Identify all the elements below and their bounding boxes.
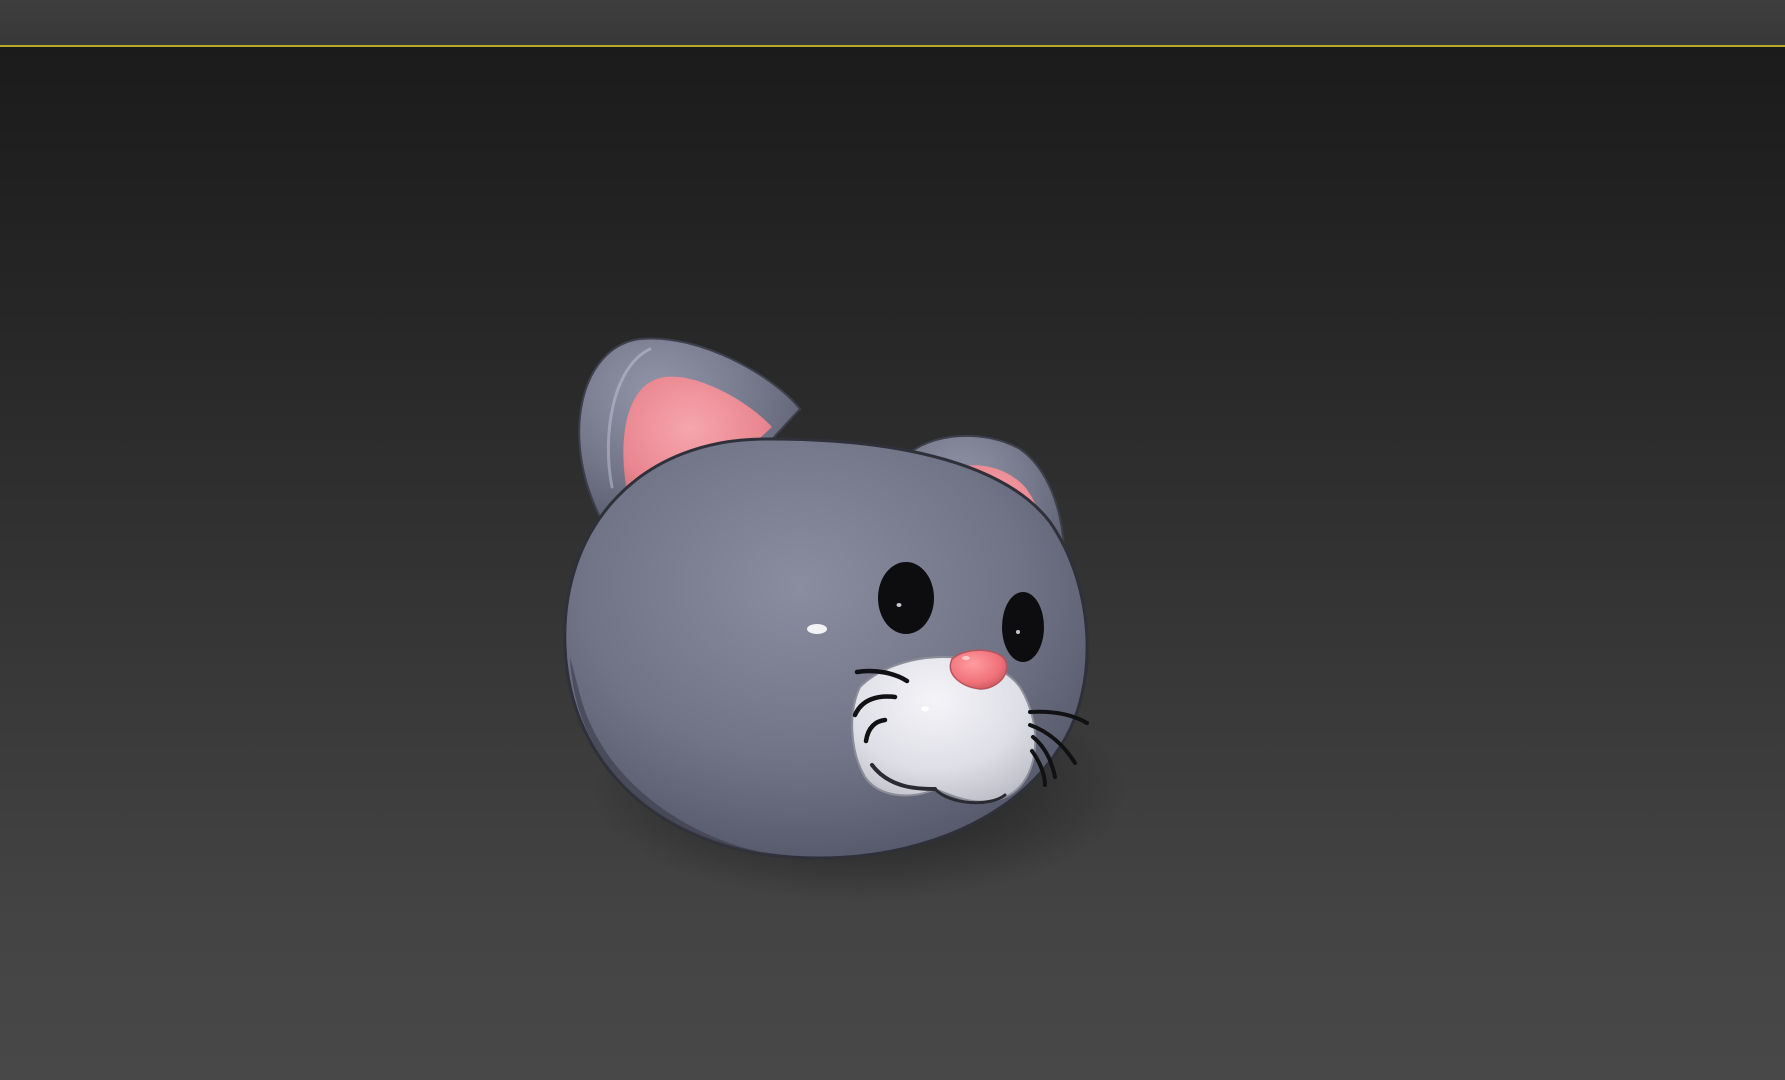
3d-application-window xyxy=(0,0,1785,1080)
left-eye xyxy=(878,562,934,634)
scene-canvas[interactable] xyxy=(0,47,1785,1080)
perspective-viewport[interactable] xyxy=(0,47,1785,1080)
head-highlight xyxy=(807,624,827,634)
top-toolbar xyxy=(0,0,1785,45)
muzzle xyxy=(851,656,1037,805)
right-eye xyxy=(1002,592,1044,662)
cat-head-model[interactable] xyxy=(563,337,1130,902)
